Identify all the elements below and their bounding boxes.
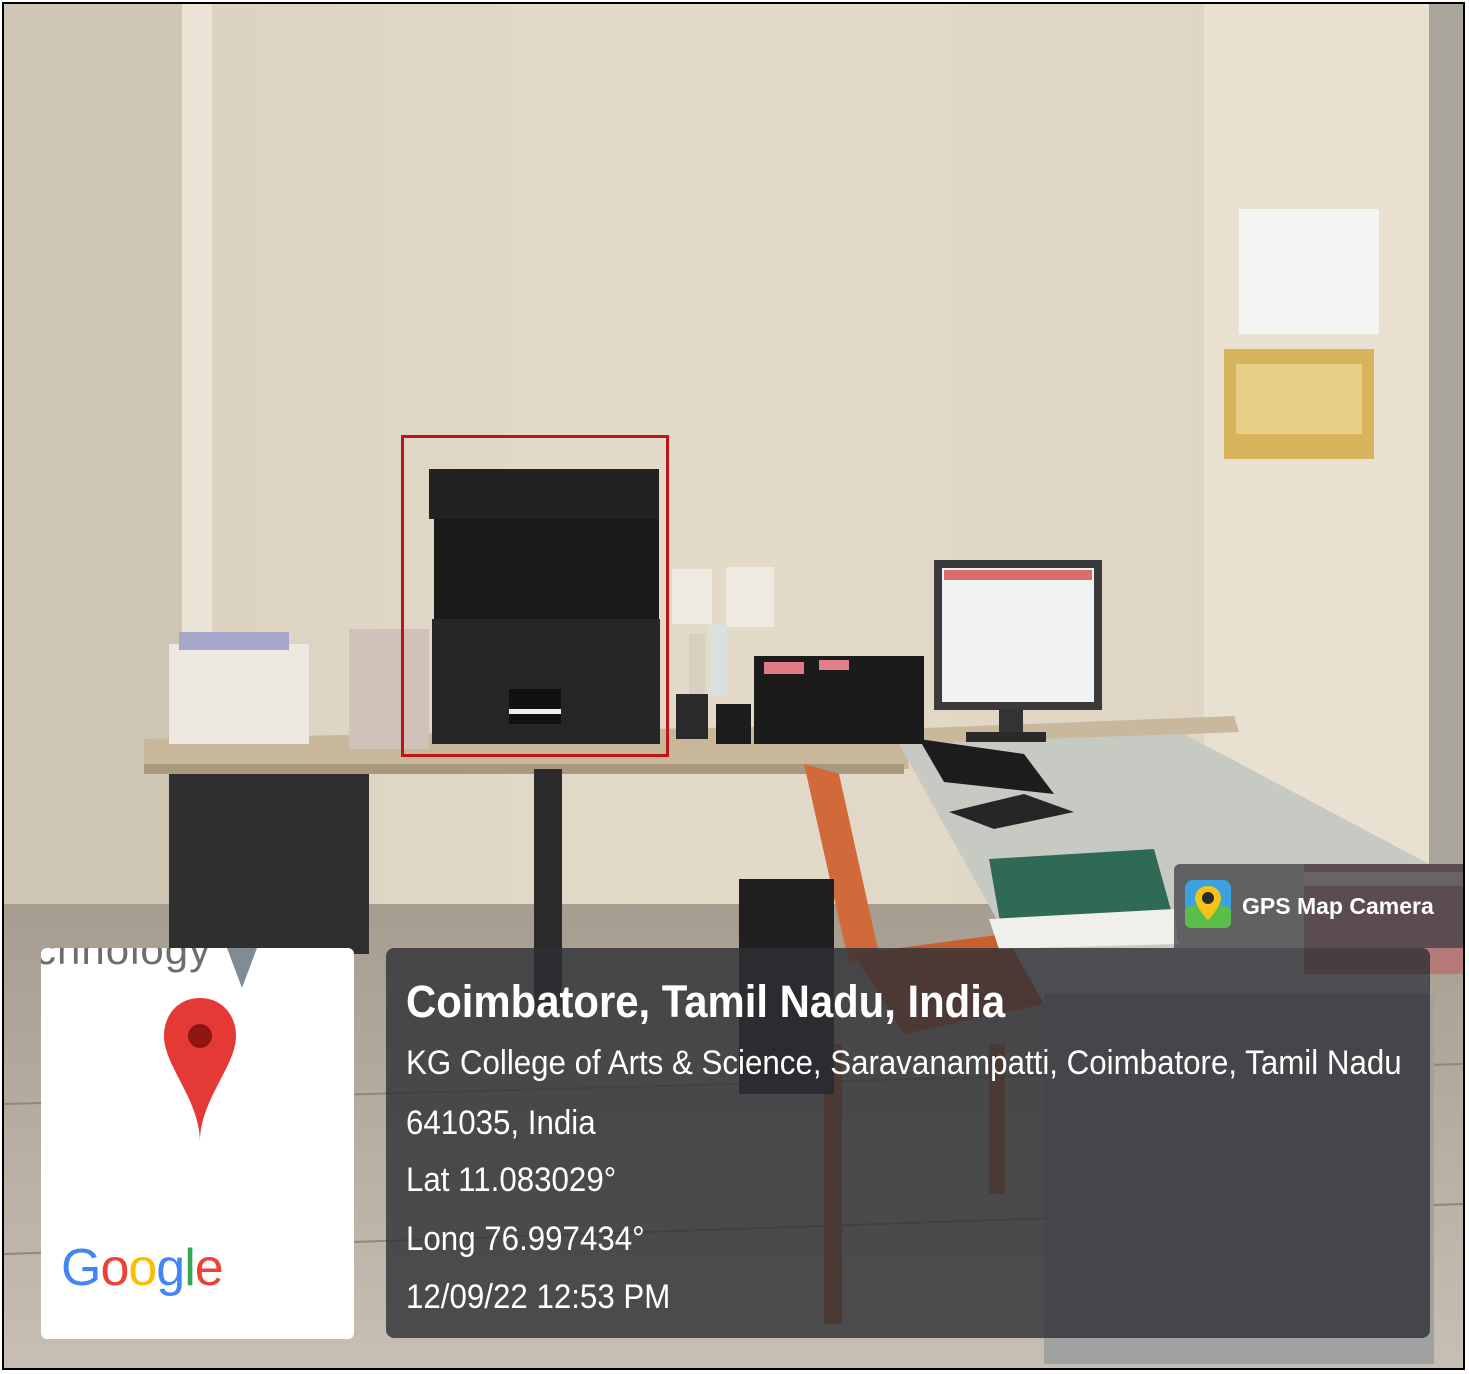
location-pin-icon	[164, 998, 236, 1142]
location-title: Coimbatore, Tamil Nadu, India	[406, 976, 1006, 1027]
location-info-panel: Coimbatore, Tamil Nadu, India KG College…	[386, 948, 1430, 1338]
timestamp: 12/09/22 12:53 PM	[406, 1278, 671, 1316]
address-line-1: KG College of Arts & Science, Saravanamp…	[406, 1044, 1402, 1082]
map-place-label: chnology	[41, 948, 212, 973]
map-marker-icon	[227, 948, 257, 988]
longitude-readout: Long 76.997434°	[406, 1220, 645, 1258]
gps-map-camera-app-icon	[1185, 880, 1231, 928]
gps-map-camera-badge: GPS Map Camera	[1174, 864, 1463, 948]
printer-highlight-box	[401, 435, 669, 757]
latitude-readout: Lat 11.083029°	[406, 1161, 617, 1199]
photo-frame: GPS Map Camera chnology Google Coimbator…	[2, 2, 1465, 1370]
map-thumbnail: chnology Google	[41, 948, 354, 1339]
google-logo: Google	[61, 1239, 224, 1297]
address-line-2: 641035, India	[406, 1104, 596, 1142]
gps-badge-label: GPS Map Camera	[1242, 893, 1434, 919]
